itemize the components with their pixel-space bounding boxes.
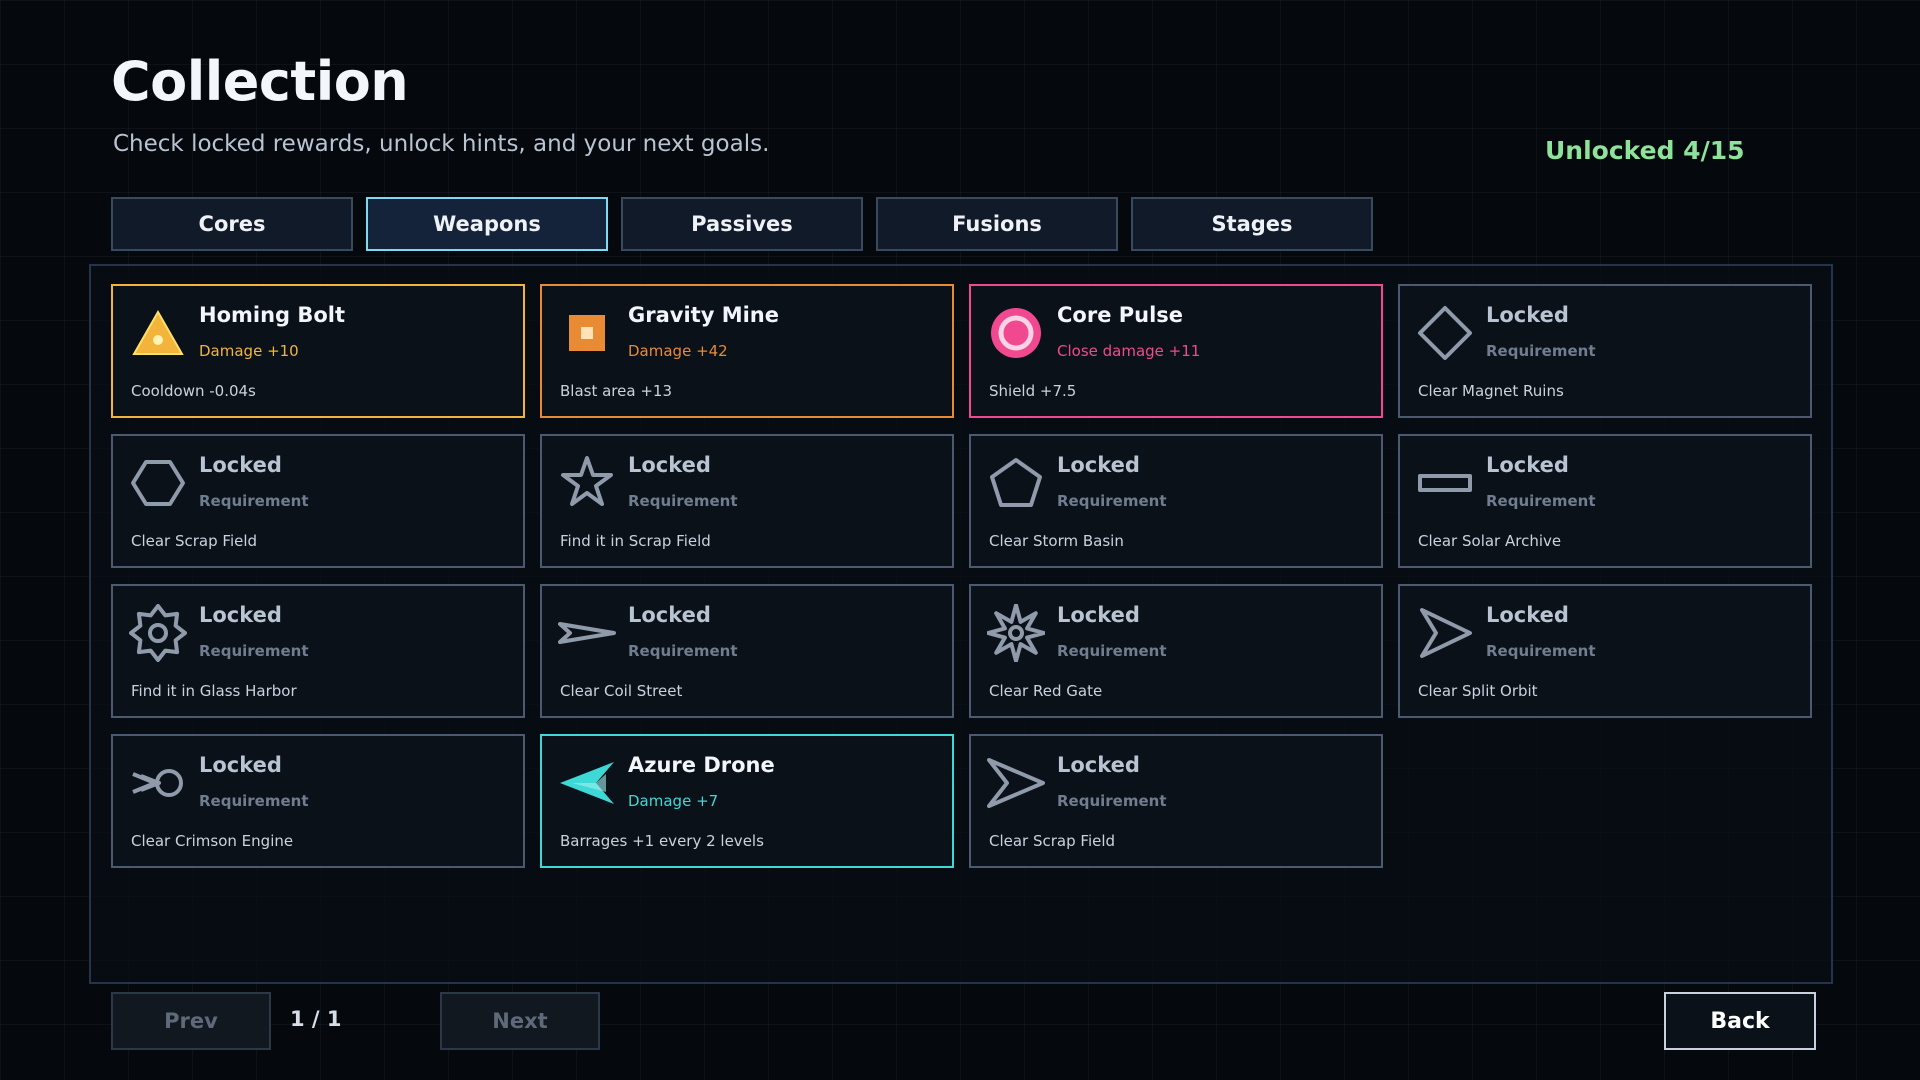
collection-card[interactable]: Locked Requirement Clear Coil Street bbox=[540, 584, 954, 718]
collection-card[interactable]: Locked Requirement Find it in Glass Harbor bbox=[111, 584, 525, 718]
card-requirement-label: Requirement bbox=[1057, 792, 1167, 810]
gear-icon bbox=[129, 604, 187, 662]
card-name: Core Pulse bbox=[1057, 303, 1184, 327]
card-stat: Close damage +11 bbox=[1057, 342, 1201, 360]
card-requirement-label: Requirement bbox=[628, 492, 738, 510]
tab-fusions[interactable]: Fusions bbox=[876, 197, 1118, 251]
card-requirement-label: Requirement bbox=[199, 792, 309, 810]
arrowhead-icon bbox=[1416, 604, 1474, 662]
card-description: Clear Scrap Field bbox=[131, 532, 258, 550]
card-requirement-label: Requirement bbox=[199, 492, 309, 510]
card-name: Gravity Mine bbox=[628, 303, 779, 327]
collection-card[interactable]: Homing Bolt Damage +10 Cooldown -0.04s bbox=[111, 284, 525, 418]
card-requirement-label: Requirement bbox=[1486, 642, 1596, 660]
collection-card[interactable]: Locked Requirement Clear Scrap Field bbox=[111, 434, 525, 568]
collection-card[interactable]: Locked Requirement Clear Red Gate bbox=[969, 584, 1383, 718]
card-name: Locked bbox=[628, 603, 711, 627]
card-description: Clear Scrap Field bbox=[989, 832, 1116, 850]
pentagon-icon bbox=[987, 454, 1045, 512]
mine-square-icon bbox=[558, 304, 616, 362]
collection-card[interactable]: Locked Requirement Clear Storm Basin bbox=[969, 434, 1383, 568]
collection-card[interactable]: Locked Requirement Clear Crimson Engine bbox=[111, 734, 525, 868]
card-description: Clear Solar Archive bbox=[1418, 532, 1562, 550]
card-description: Clear Magnet Ruins bbox=[1418, 382, 1564, 400]
engine-icon bbox=[129, 754, 187, 812]
card-name: Locked bbox=[1486, 303, 1569, 327]
collection-card[interactable]: Locked Requirement Clear Magnet Ruins bbox=[1398, 284, 1812, 418]
prev-button[interactable]: Prev bbox=[111, 992, 271, 1050]
card-description: Barrages +1 every 2 levels bbox=[560, 832, 764, 850]
collection-card[interactable]: Azure Drone Damage +7 Barrages +1 every 2 … bbox=[540, 734, 954, 868]
unlocked-counter: Unlocked 4/15 bbox=[1545, 136, 1745, 165]
chevron-ship-icon bbox=[987, 754, 1045, 812]
tab-weapons[interactable]: Weapons bbox=[366, 197, 608, 251]
card-description: Clear Coil Street bbox=[560, 682, 683, 700]
collection-card[interactable]: Locked Requirement Find it in Scrap Field bbox=[540, 434, 954, 568]
page-indicator: 1 / 1 bbox=[290, 1007, 342, 1031]
card-name: Locked bbox=[1486, 453, 1569, 477]
card-stat: Damage +7 bbox=[628, 792, 719, 810]
collection-card[interactable]: Core Pulse Close damage +11 Shield +7.5 bbox=[969, 284, 1383, 418]
card-description: Find it in Glass Harbor bbox=[131, 682, 297, 700]
card-description: Clear Storm Basin bbox=[989, 532, 1124, 550]
card-name: Locked bbox=[1057, 603, 1140, 627]
back-button[interactable]: Back bbox=[1664, 992, 1816, 1050]
card-requirement-label: Requirement bbox=[628, 642, 738, 660]
card-description: Clear Red Gate bbox=[989, 682, 1103, 700]
drone-icon bbox=[558, 754, 616, 812]
card-name: Locked bbox=[199, 453, 282, 477]
collection-card[interactable]: Gravity Mine Damage +42 Blast area +13 bbox=[540, 284, 954, 418]
bar-icon bbox=[1416, 454, 1474, 512]
page-title: Collection bbox=[111, 50, 409, 113]
card-description: Shield +7.5 bbox=[989, 382, 1077, 400]
hexagon-icon bbox=[129, 454, 187, 512]
card-requirement-label: Requirement bbox=[1057, 642, 1167, 660]
spike-burst-icon bbox=[987, 604, 1045, 662]
card-name: Locked bbox=[1486, 603, 1569, 627]
card-requirement-label: Requirement bbox=[199, 642, 309, 660]
tab-passives[interactable]: Passives bbox=[621, 197, 863, 251]
card-name: Locked bbox=[199, 753, 282, 777]
tab-stages[interactable]: Stages bbox=[1131, 197, 1373, 251]
diamond-icon bbox=[1416, 304, 1474, 362]
pulse-ring-icon bbox=[987, 304, 1045, 362]
star-icon bbox=[558, 454, 616, 512]
card-description: Find it in Scrap Field bbox=[560, 532, 711, 550]
card-name: Locked bbox=[1057, 453, 1140, 477]
card-name: Locked bbox=[199, 603, 282, 627]
card-description: Clear Crimson Engine bbox=[131, 832, 294, 850]
dart-icon bbox=[558, 604, 616, 662]
card-requirement-label: Requirement bbox=[1486, 492, 1596, 510]
card-requirement-label: Requirement bbox=[1057, 492, 1167, 510]
card-description: Clear Split Orbit bbox=[1418, 682, 1538, 700]
triangle-icon bbox=[129, 304, 187, 362]
card-stat: Damage +42 bbox=[628, 342, 728, 360]
next-button[interactable]: Next bbox=[440, 992, 600, 1050]
card-name: Locked bbox=[628, 453, 711, 477]
card-name: Azure Drone bbox=[628, 753, 775, 777]
page-subtitle: Check locked rewards, unlock hints, and … bbox=[113, 131, 770, 157]
card-requirement-label: Requirement bbox=[1486, 342, 1596, 360]
collection-card[interactable]: Locked Requirement Clear Solar Archive bbox=[1398, 434, 1812, 568]
collection-card[interactable]: Locked Requirement Clear Split Orbit bbox=[1398, 584, 1812, 718]
card-description: Cooldown -0.04s bbox=[131, 382, 256, 400]
card-stat: Damage +10 bbox=[199, 342, 299, 360]
tab-cores[interactable]: Cores bbox=[111, 197, 353, 251]
card-name: Homing Bolt bbox=[199, 303, 346, 327]
card-name: Locked bbox=[1057, 753, 1140, 777]
card-description: Blast area +13 bbox=[560, 382, 672, 400]
collection-card[interactable]: Locked Requirement Clear Scrap Field bbox=[969, 734, 1383, 868]
